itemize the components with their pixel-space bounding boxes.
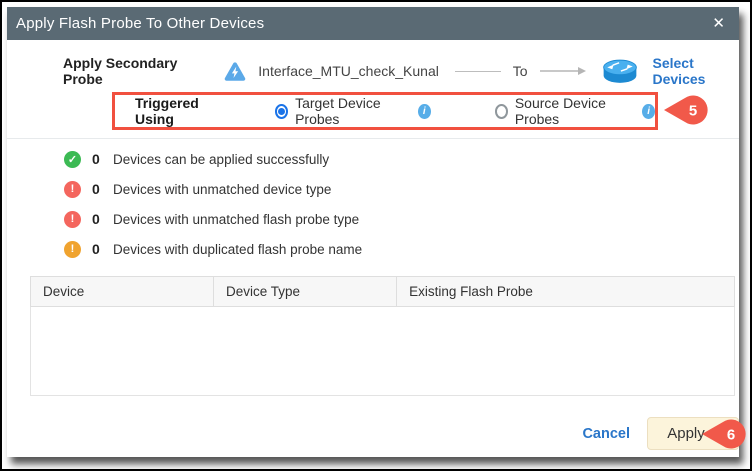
apply-secondary-probe-label: Apply Secondary Probe bbox=[63, 55, 178, 87]
status-text: Devices with unmatched flash probe type bbox=[113, 211, 360, 227]
callout-5-badge: 5 bbox=[664, 94, 710, 126]
dialog-titlebar: Apply Flash Probe To Other Devices ✕ bbox=[7, 7, 739, 40]
radio-selected-icon bbox=[274, 103, 289, 119]
screenshot-frame: Apply Flash Probe To Other Devices ✕ App… bbox=[0, 0, 752, 471]
select-devices-link[interactable]: Select Devices bbox=[653, 55, 740, 87]
to-label: To bbox=[512, 63, 528, 79]
cancel-button[interactable]: Cancel bbox=[582, 426, 630, 442]
status-text: Devices can be applied successfully bbox=[113, 151, 330, 167]
radio-source-device-probes[interactable]: Source Device Probes i bbox=[494, 95, 655, 127]
info-icon[interactable]: i bbox=[642, 103, 655, 119]
column-header-existing-flash-probe: Existing Flash Probe bbox=[396, 276, 735, 307]
router-icon bbox=[600, 57, 640, 86]
svg-text:5: 5 bbox=[689, 103, 697, 120]
status-row-unmatched-device-type: ! 0 Devices with unmatched device type bbox=[64, 174, 739, 204]
status-count: 0 bbox=[92, 151, 100, 167]
error-icon: ! bbox=[64, 210, 81, 228]
table-empty-area bbox=[30, 306, 735, 396]
radio-target-label: Target Device Probes bbox=[295, 95, 381, 127]
radio-source-label: Source Device Probes bbox=[514, 95, 606, 127]
status-count: 0 bbox=[92, 181, 100, 197]
device-table: Device Device Type Existing Flash Probe bbox=[29, 276, 735, 396]
triggered-using-highlight-box: Triggered Using Target Device Probes i S… bbox=[112, 92, 658, 130]
section-divider bbox=[7, 138, 739, 139]
connector-arrow-icon bbox=[539, 66, 586, 76]
column-header-device: Device bbox=[29, 276, 215, 307]
info-icon[interactable]: i bbox=[417, 103, 431, 119]
table-empty-body bbox=[30, 306, 735, 396]
table-header-row: Device Device Type Existing Flash Probe bbox=[29, 276, 735, 307]
dialog-title: Apply Flash Probe To Other Devices bbox=[16, 15, 265, 32]
status-row-unmatched-probe-type: ! 0 Devices with unmatched flash probe t… bbox=[64, 204, 739, 234]
status-count: 0 bbox=[92, 211, 100, 227]
radio-target-device-probes[interactable]: Target Device Probes i bbox=[274, 95, 431, 127]
probe-name: Interface_MTU_check_Kunal bbox=[258, 63, 439, 79]
svg-text:6: 6 bbox=[727, 427, 735, 444]
status-summary-list: ✓ 0 Devices can be applied successfully … bbox=[7, 144, 739, 264]
status-text: Devices with unmatched device type bbox=[113, 181, 332, 197]
status-count: 0 bbox=[92, 241, 100, 257]
triggered-using-label: Triggered Using bbox=[135, 95, 199, 127]
column-header-device-type: Device Type bbox=[213, 276, 398, 307]
status-row-success: ✓ 0 Devices can be applied successfully bbox=[64, 144, 739, 174]
error-icon: ! bbox=[64, 180, 81, 198]
apply-button-wrap: Apply 6 bbox=[647, 417, 746, 450]
radio-unselected-icon bbox=[494, 103, 508, 119]
warning-icon: ! bbox=[64, 240, 81, 258]
status-text: Devices with duplicated flash probe name bbox=[113, 241, 363, 257]
success-icon: ✓ bbox=[64, 150, 81, 168]
dialog-footer: Cancel Apply 6 bbox=[7, 417, 746, 450]
secondary-probe-row: Apply Secondary Probe Interface_MTU_chec… bbox=[7, 55, 739, 87]
flash-probe-icon bbox=[224, 61, 246, 82]
close-icon[interactable]: ✕ bbox=[712, 16, 725, 31]
callout-6-badge: 6 bbox=[702, 418, 748, 450]
connector-line bbox=[454, 70, 501, 72]
status-row-duplicated-probe-name: ! 0 Devices with duplicated flash probe … bbox=[64, 234, 739, 264]
apply-flash-probe-dialog: Apply Flash Probe To Other Devices ✕ App… bbox=[7, 7, 746, 457]
triggered-using-section: Triggered Using Target Device Probes i S… bbox=[7, 92, 739, 130]
